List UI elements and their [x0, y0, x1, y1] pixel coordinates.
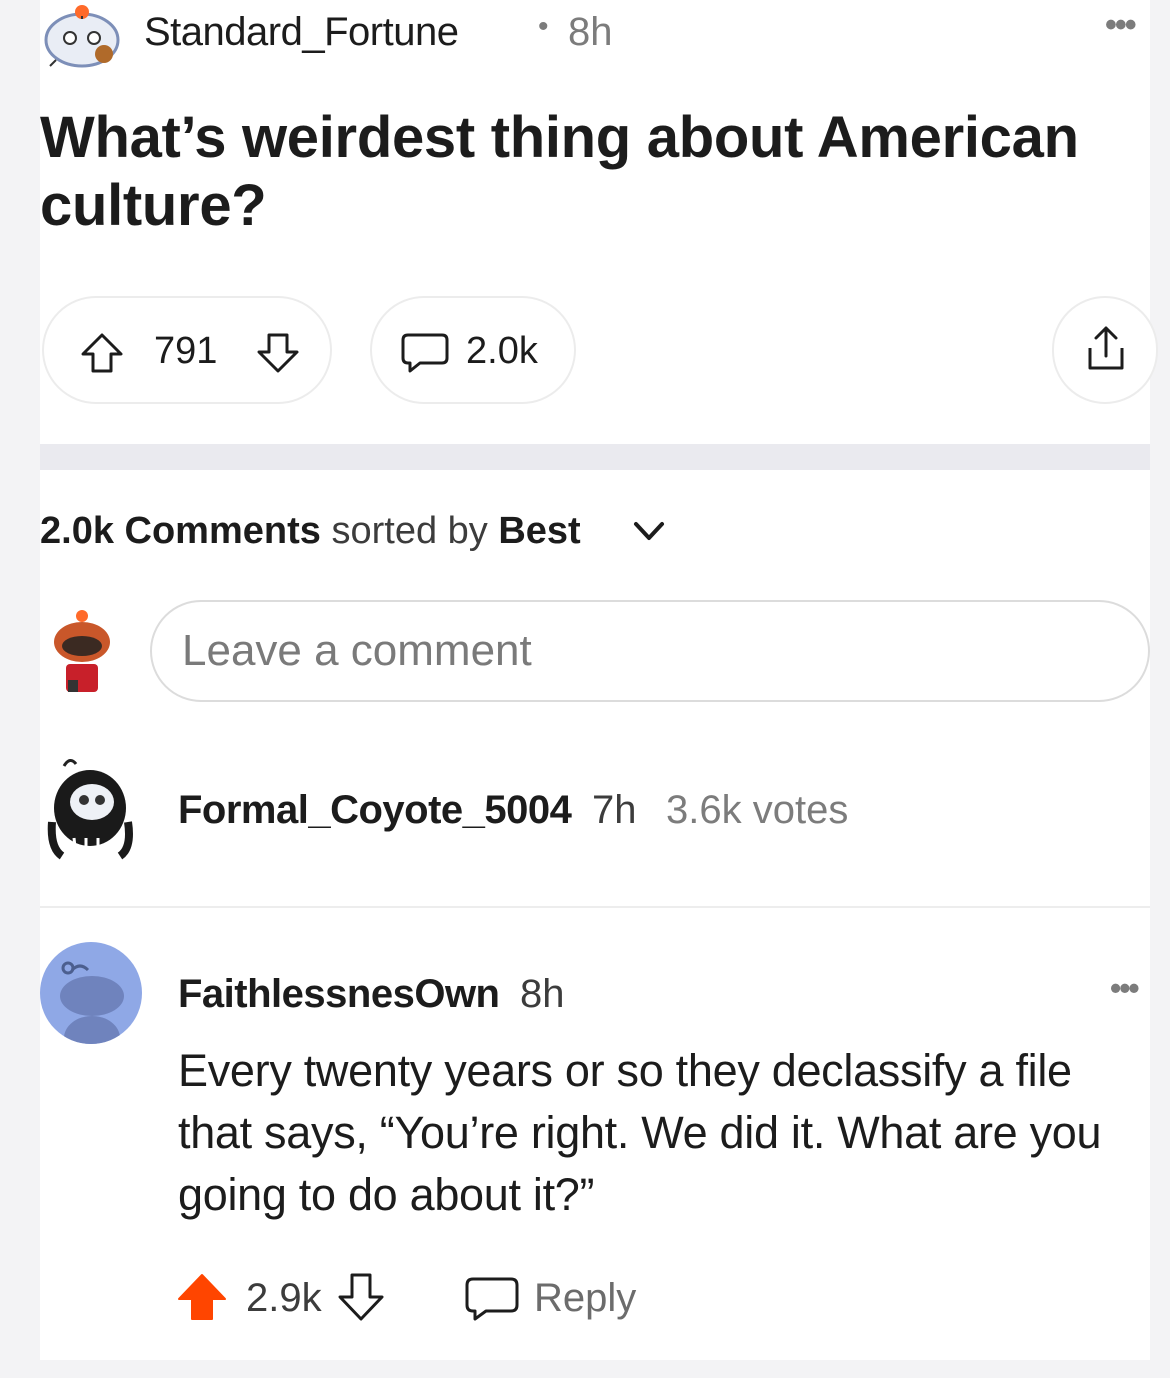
comments-button[interactable]: 2.0k	[370, 296, 576, 404]
comments-label: Comments	[124, 510, 321, 552]
share-icon	[1088, 326, 1124, 370]
separator-dot: •	[538, 10, 549, 43]
post-title: What’s weirdest thing about American cul…	[40, 105, 1079, 238]
comment-author[interactable]: FaithlessnesOwn	[178, 972, 500, 1017]
post-author[interactable]: Standard_Fortune	[144, 10, 459, 55]
comment-input[interactable]	[150, 600, 1150, 702]
upvote-icon[interactable]	[80, 332, 124, 374]
comment-age: 8h	[520, 972, 565, 1016]
comment-author[interactable]: Formal_Coyote_5004	[178, 788, 572, 833]
more-options-icon[interactable]: •••	[1105, 6, 1137, 45]
comment-divider	[40, 906, 1150, 908]
comments-count: 2.0k	[466, 330, 538, 372]
vote-control: 791	[42, 296, 332, 404]
op-avatar[interactable]	[42, 2, 124, 74]
user-avatar[interactable]	[50, 606, 114, 698]
upvote-active-icon[interactable]	[176, 1272, 228, 1322]
section-divider	[40, 444, 1150, 470]
downvote-icon[interactable]	[256, 332, 300, 374]
snoo-avatar-icon	[60, 961, 124, 1044]
commenter-avatar[interactable]	[46, 752, 138, 862]
upvote-count: 791	[154, 330, 218, 372]
comment-score: 2.9k	[246, 1276, 322, 1320]
sorted-by-label: sorted by	[331, 510, 488, 552]
post-header: Standard_Fortune • 8h •••	[40, 0, 1150, 80]
sort-mode[interactable]: Best	[498, 510, 580, 552]
downvote-icon[interactable]	[336, 1272, 386, 1322]
post-page: Standard_Fortune • 8h ••• What’s weirdes…	[40, 0, 1158, 1360]
post-age: 8h	[568, 10, 613, 54]
commenter-avatar[interactable]	[40, 942, 142, 1044]
sort-bar[interactable]: 2.0k Comments sorted by Best	[40, 510, 581, 553]
comment-votes: 3.6k votes	[666, 788, 849, 832]
more-options-icon[interactable]: •••	[1110, 970, 1140, 1007]
share-button[interactable]	[1052, 296, 1158, 404]
reply-button[interactable]: Reply	[534, 1276, 636, 1321]
comments-total: 2.0k	[40, 510, 114, 552]
comment-body: Every twenty years or so they declassify…	[178, 1045, 1102, 1220]
chevron-down-icon[interactable]	[632, 518, 666, 544]
comment-icon	[401, 333, 449, 373]
reply-icon[interactable]	[464, 1276, 520, 1322]
comment-age: 7h	[592, 788, 637, 832]
